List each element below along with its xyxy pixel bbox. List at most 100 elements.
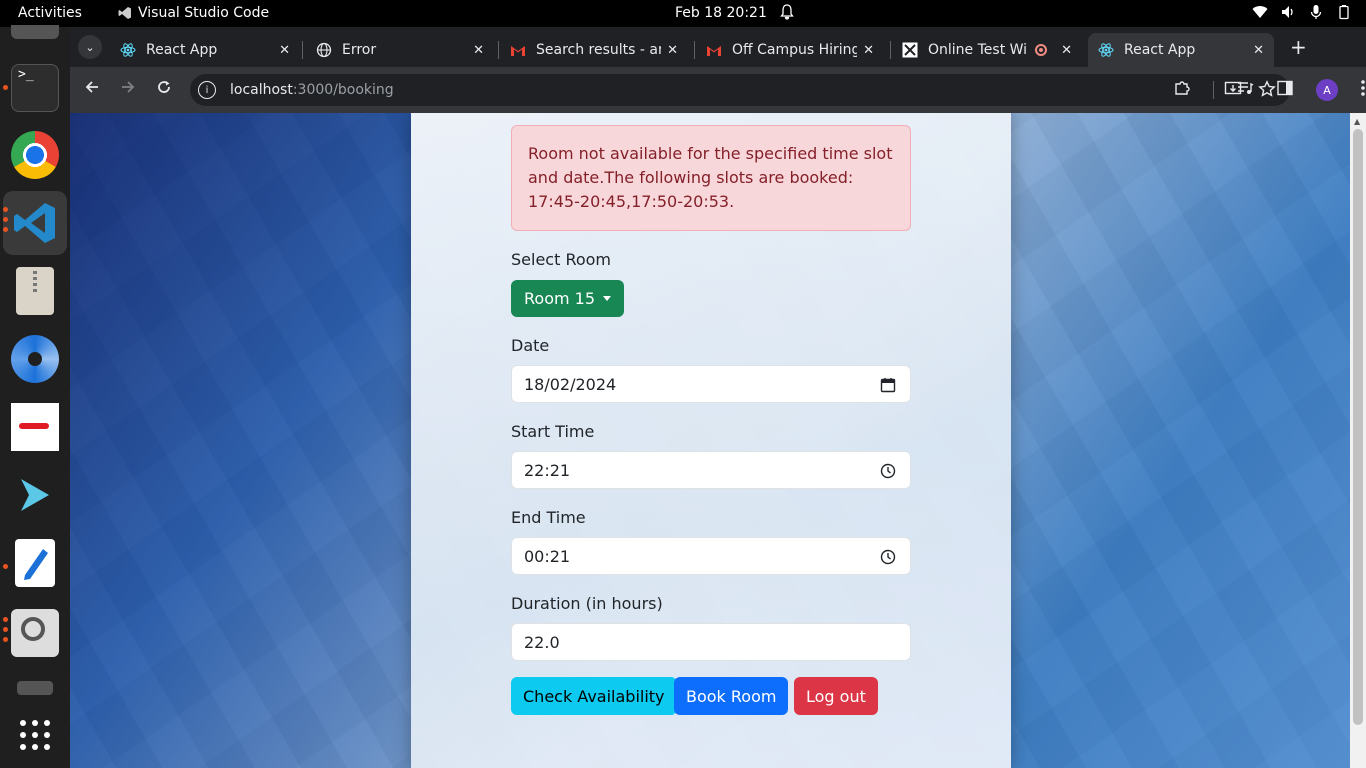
tab-title: Online Test Wi — [928, 42, 1028, 58]
date-value: 18/02/2024 — [524, 374, 617, 394]
tab-title: Search results - am — [536, 42, 662, 58]
image-app-icon[interactable] — [11, 403, 59, 451]
running-indicator — [3, 564, 8, 569]
remote-desktop-icon[interactable] — [11, 471, 59, 519]
recording-indicator-icon — [1035, 44, 1048, 56]
start-time-input[interactable]: 22:21 — [511, 451, 911, 489]
screenshot-magnifier-icon[interactable] — [11, 609, 59, 657]
page-viewport: Room not available for the specified tim… — [70, 113, 1350, 768]
scroll-up-arrow-icon[interactable]: ▲ — [1354, 117, 1360, 126]
browser-tab-active[interactable]: React App ✕ — [1088, 33, 1274, 67]
page-scrollbar[interactable]: ▲ — [1350, 113, 1366, 768]
activities-button[interactable]: Activities — [18, 5, 82, 21]
focused-app-name: Visual Studio Code — [138, 5, 270, 21]
duration-label: Duration (in hours) — [511, 594, 663, 613]
vscode-icon[interactable] — [11, 199, 59, 247]
new-tab-plus-icon[interactable]: + — [1290, 35, 1307, 59]
room-dropdown-button[interactable]: Room 15 — [511, 280, 625, 317]
browser-tab[interactable]: Off Campus Hiring ✕ — [696, 33, 884, 67]
book-room-button[interactable]: Book Room — [674, 677, 789, 715]
terminal-icon[interactable]: >_ — [11, 64, 59, 112]
text-editor-icon[interactable] — [15, 539, 55, 587]
end-time-input[interactable]: 00:21 — [511, 537, 911, 575]
system-top-bar: Activities Visual Studio Code Feb 18 20:… — [0, 0, 1366, 27]
logout-button[interactable]: Log out — [794, 677, 878, 715]
room-selected-value: Room 15 — [524, 289, 596, 308]
running-indicator — [3, 617, 8, 622]
ubuntu-dock: >_ — [0, 25, 70, 768]
browser-tab-strip: ⌄ React App ✕ Error ✕ Search results - a… — [70, 27, 1366, 67]
microphone-icon — [1308, 4, 1324, 20]
tab-title: Error — [342, 42, 377, 58]
date-label: Date — [511, 336, 550, 355]
gmail-icon — [706, 42, 722, 58]
dock-partial-app-icon[interactable] — [11, 25, 59, 39]
vscode-small-icon — [118, 7, 131, 19]
media-controls-icon[interactable] — [1236, 79, 1254, 101]
check-availability-button[interactable]: Check Availability — [511, 677, 677, 715]
clock-icon[interactable] — [880, 463, 896, 483]
end-time-value: 00:21 — [524, 546, 571, 566]
clock-icon[interactable] — [880, 549, 896, 569]
duration-input[interactable]: 22.0 — [511, 623, 911, 661]
browser-toolbar: i localhost:3000/booking A — [70, 67, 1366, 113]
browser-tab[interactable]: Error ✕ — [306, 33, 494, 67]
more-menu-icon[interactable] — [1360, 79, 1366, 101]
battery-icon — [1336, 4, 1352, 20]
system-tray[interactable] — [1252, 4, 1352, 20]
aperture-app-icon[interactable] — [11, 335, 59, 383]
start-time-value: 22:21 — [524, 460, 571, 480]
archive-manager-icon[interactable] — [16, 267, 54, 315]
wifi-icon — [1252, 4, 1268, 20]
calendar-icon[interactable] — [880, 377, 896, 397]
date-input[interactable]: 18/02/2024 — [511, 365, 911, 403]
end-time-label: End Time — [511, 508, 586, 527]
url-host: localhost — [230, 82, 293, 98]
scrollbar-thumb[interactable] — [1353, 129, 1363, 725]
volume-icon — [1280, 4, 1296, 20]
tab-separator — [498, 41, 499, 59]
toolbar-right-actions: A — [1173, 79, 1366, 101]
tab-separator — [890, 41, 891, 59]
tab-title: Off Campus Hiring — [732, 42, 858, 58]
extensions-puzzle-icon[interactable] — [1173, 79, 1191, 101]
gmail-icon — [510, 42, 526, 58]
tab-search-chevron-icon[interactable]: ⌄ — [78, 35, 102, 59]
drive-icon[interactable] — [17, 681, 53, 695]
tab-close-icon[interactable]: ✕ — [667, 43, 678, 58]
clock[interactable]: Feb 18 20:21 — [675, 5, 767, 21]
tab-close-icon[interactable]: ✕ — [279, 43, 290, 58]
tab-close-icon[interactable]: ✕ — [1253, 43, 1264, 58]
tab-close-icon[interactable]: ✕ — [1061, 43, 1072, 58]
test-site-icon — [902, 42, 918, 58]
tab-close-icon[interactable]: ✕ — [863, 43, 874, 58]
address-bar[interactable]: i localhost:3000/booking — [190, 74, 1290, 106]
reload-icon[interactable] — [156, 79, 172, 100]
booking-card: Room not available for the specified tim… — [411, 113, 1011, 768]
url-path: :3000/booking — [292, 82, 394, 98]
duration-value: 22.0 — [524, 632, 560, 652]
running-indicator — [3, 627, 8, 632]
running-indicator — [3, 217, 8, 222]
chrome-icon[interactable] — [11, 131, 59, 179]
side-panel-icon[interactable] — [1276, 79, 1294, 101]
browser-tab[interactable]: React App ✕ — [110, 33, 300, 67]
url-text: localhost:3000/booking — [230, 82, 394, 98]
react-icon — [1098, 42, 1114, 58]
running-indicator — [3, 207, 8, 212]
forward-arrow-icon[interactable] — [120, 79, 136, 100]
site-info-icon[interactable]: i — [198, 81, 216, 99]
running-indicator — [3, 85, 8, 90]
browser-tab[interactable]: Online Test Wi ✕ — [892, 33, 1082, 67]
focused-app-menu[interactable]: Visual Studio Code — [118, 5, 269, 21]
running-indicator — [3, 227, 8, 232]
notification-bell-icon[interactable] — [780, 4, 794, 24]
back-arrow-icon[interactable] — [84, 79, 100, 100]
profile-avatar[interactable]: A — [1316, 79, 1338, 101]
caret-down-icon — [603, 296, 612, 301]
tab-close-icon[interactable]: ✕ — [473, 43, 484, 58]
browser-tab[interactable]: Search results - am ✕ — [500, 33, 688, 67]
error-alert: Room not available for the specified tim… — [511, 125, 911, 231]
show-apps-grid-icon[interactable] — [11, 713, 59, 761]
start-time-label: Start Time — [511, 422, 595, 441]
